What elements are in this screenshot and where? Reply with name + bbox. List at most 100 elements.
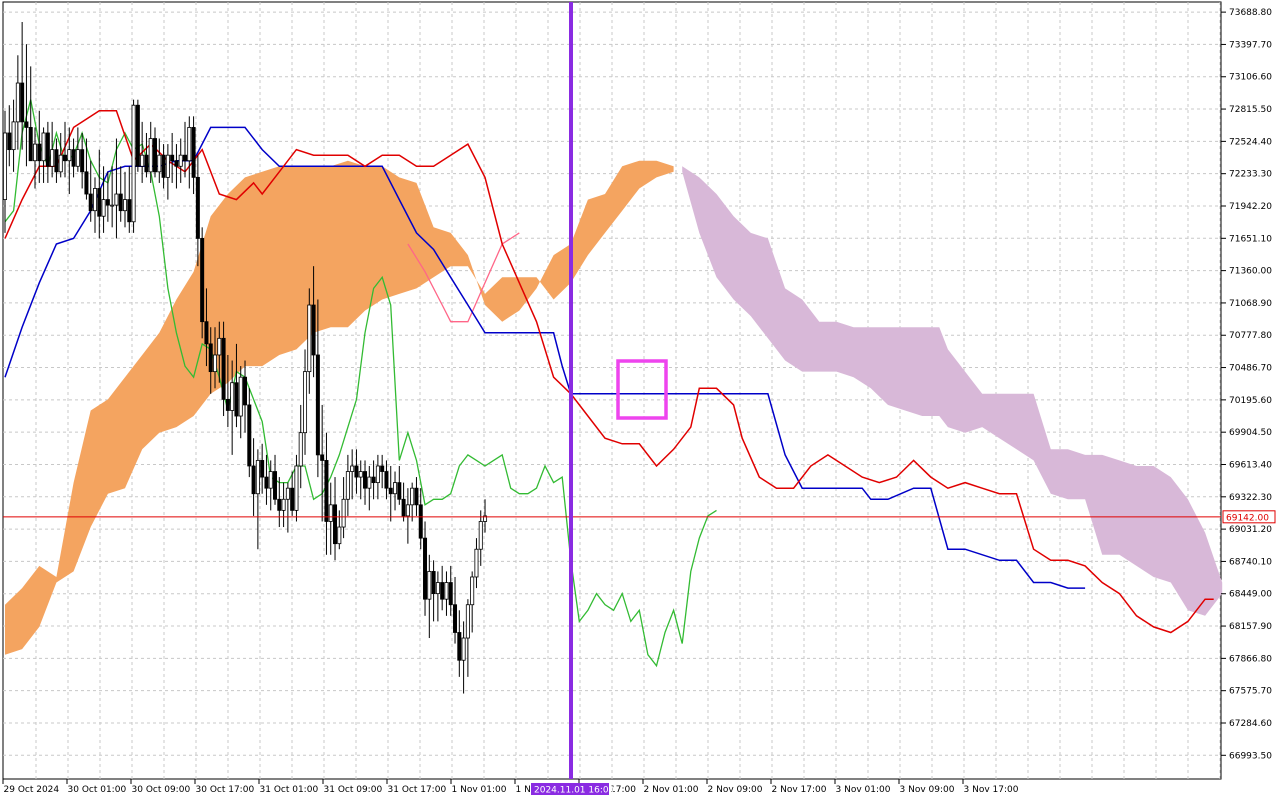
price-tick-label: 70195.60 <box>1229 396 1272 406</box>
candle-body <box>221 337 226 400</box>
price-tick-label: 69031.20 <box>1229 525 1272 535</box>
time-tick-label: 3 Nov 09:00 <box>900 785 955 795</box>
candle-body <box>7 132 12 151</box>
price-tick-label: 67575.70 <box>1229 687 1272 697</box>
candle-body <box>3 132 8 200</box>
time-tick-label: 3 Nov 01:00 <box>836 785 891 795</box>
candle-body <box>358 471 363 478</box>
candle-body <box>20 82 25 123</box>
candle-body <box>328 504 333 522</box>
candle-body <box>45 132 50 167</box>
candle-body <box>161 154 166 178</box>
price-tick-label: 68449.00 <box>1229 590 1272 600</box>
candle-body <box>191 127 196 178</box>
candle-body <box>264 476 269 489</box>
candle-body <box>170 154 175 162</box>
candle-body <box>110 204 115 207</box>
candle-body <box>345 471 350 500</box>
chart: 73688.80 73397.70 73106.60 72815.50 72524.40… <box>0 0 1280 800</box>
candle-body <box>281 498 286 511</box>
candle-body <box>401 498 406 517</box>
time-tick-label: 2 Nov 01:00 <box>644 785 699 795</box>
candle-body <box>290 487 295 511</box>
candle-body <box>273 471 278 500</box>
price-tick-label: 69904.50 <box>1229 428 1272 438</box>
time-tick-label: 30 Oct 01:00 <box>68 785 127 795</box>
candle-body <box>195 176 200 239</box>
time-tick-label: 31 Oct 09:00 <box>324 785 383 795</box>
candle-body <box>285 487 290 500</box>
price-tick-label: 69613.40 <box>1229 460 1272 470</box>
price-tick-label: 72233.30 <box>1229 170 1272 180</box>
price-tick-label: 72524.40 <box>1229 137 1272 147</box>
candle-body <box>315 354 320 456</box>
candle-body <box>448 582 453 606</box>
price-tick-label: 70486.70 <box>1229 364 1272 374</box>
candle-body <box>28 127 33 162</box>
time-tick-label: 29 Oct 2024 <box>4 785 60 795</box>
time-tick-label: 2 Nov 09:00 <box>708 785 763 795</box>
candle-body <box>148 138 153 173</box>
price-tick-label: 71942.20 <box>1229 202 1272 212</box>
candle-body <box>97 188 102 217</box>
candle-body <box>388 487 393 495</box>
candle-body <box>474 548 479 578</box>
price-tick-label: 66993.50 <box>1229 751 1272 761</box>
candle-body <box>324 460 329 522</box>
candle-body <box>123 199 128 212</box>
current-price-label: 69142.00 <box>1226 513 1269 523</box>
candle-body <box>431 571 436 595</box>
candle-body <box>478 521 483 550</box>
price-tick-label: 72815.50 <box>1229 105 1272 115</box>
time-tick-label: 30 Oct 09:00 <box>132 785 191 795</box>
candle-body <box>187 127 192 162</box>
candle-body <box>247 404 252 467</box>
candle-body <box>54 149 59 173</box>
candle-body <box>414 487 419 506</box>
time-tick-label: 31 Oct 01:00 <box>260 785 319 795</box>
candle-body <box>200 238 205 323</box>
price-tick-label: 73397.70 <box>1229 40 1272 50</box>
candle-body <box>135 104 140 167</box>
candle-body <box>363 471 368 489</box>
ichimoku-chart: 73688.80 73397.70 73106.60 72815.50 72524.40… <box>2 1 1276 796</box>
candle-body <box>298 432 303 467</box>
candle-body <box>465 604 470 639</box>
candle-body <box>225 398 230 411</box>
candle-body <box>457 632 462 661</box>
candle-body <box>165 154 170 178</box>
candle-body <box>33 143 38 162</box>
candle-body <box>375 465 380 484</box>
candle-body <box>440 582 445 600</box>
candle-body <box>303 371 308 434</box>
time-tick-label: 31 Oct 17:00 <box>388 785 447 795</box>
candle-body <box>15 82 20 123</box>
candle-body <box>294 465 299 511</box>
candle-body <box>397 482 402 500</box>
candle-body <box>37 143 42 162</box>
time-axis: 29 Oct 2024 30 Oct 01:00 30 Oct 09:00 30 Oc… <box>2 779 1019 795</box>
candle-body <box>268 471 273 489</box>
candle-body <box>204 321 209 345</box>
candle-body <box>114 193 119 206</box>
candle-body <box>427 571 432 600</box>
candle-body <box>178 154 183 167</box>
candle-body <box>80 149 85 173</box>
candle-body <box>118 193 123 212</box>
candle-body <box>71 149 76 167</box>
price-tick-label: 68740.10 <box>1229 557 1272 567</box>
candle-body <box>453 604 458 633</box>
price-tick-label: 71068.90 <box>1229 299 1272 309</box>
price-tick-label: 69322.30 <box>1229 493 1272 503</box>
price-tick-label: 71651.10 <box>1229 234 1272 244</box>
candle-body <box>93 188 98 212</box>
candle-body <box>63 154 68 162</box>
candle-body <box>41 132 46 162</box>
candle-body <box>435 582 440 595</box>
candle-body <box>217 337 222 356</box>
candle-body <box>11 121 16 151</box>
time-tick-label: 2 Nov 17:00 <box>772 785 827 795</box>
candle-body <box>58 154 63 173</box>
candle-body <box>423 537 428 600</box>
candle-body <box>50 149 55 167</box>
